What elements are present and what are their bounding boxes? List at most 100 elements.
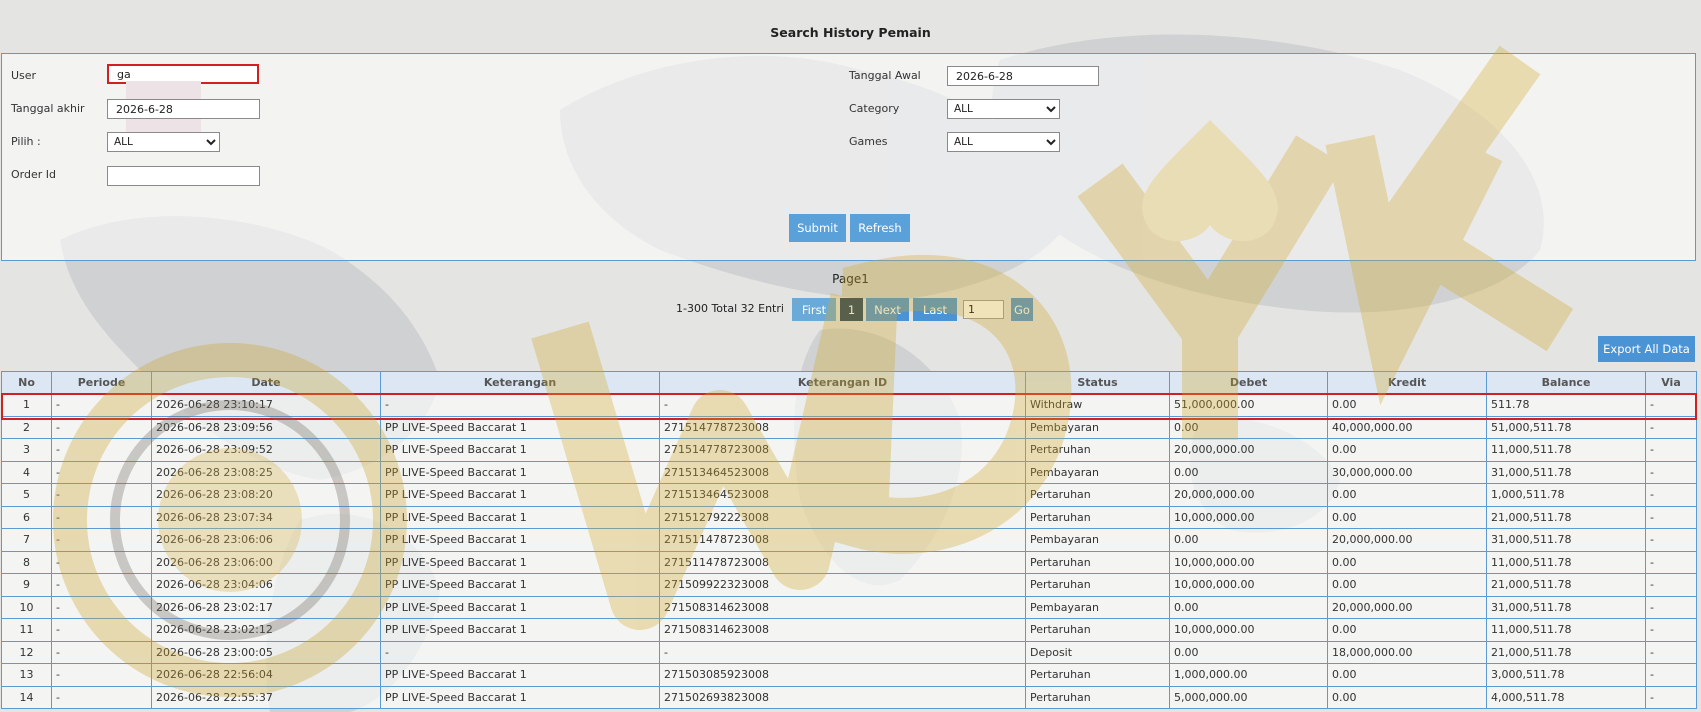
row-balance: 11,000,511.78 (1486, 550, 1646, 574)
row-keterangan-id[interactable]: 271513464523008 (659, 460, 1026, 484)
row-status: Pembayaran (1025, 595, 1170, 619)
row-status: Pertaruhan (1025, 505, 1170, 529)
row-date: 2026-06-28 23:06:00 (151, 550, 381, 574)
table-row[interactable]: 8-2026-06-28 23:06:00 PP LIVE-Speed Bacca… (1, 550, 1697, 574)
last-page-button[interactable]: Last (913, 298, 957, 321)
row-date: 2026-06-28 23:06:06 (151, 528, 381, 552)
row-debet: 0.00 (1169, 528, 1328, 552)
submit-button[interactable]: Submit (789, 214, 846, 242)
row-kredit: 18,000,000.00 (1327, 640, 1487, 664)
refresh-button[interactable]: Refresh (850, 214, 910, 242)
table-row[interactable]: 4-2026-06-28 23:08:25 PP LIVE-Speed Bacca… (1, 460, 1697, 484)
first-page-button[interactable]: First (792, 298, 836, 321)
row-keterangan: PP LIVE-Speed Baccarat 1 (380, 505, 660, 529)
table-row[interactable]: 12-2026-06-28 23:00:05- - Deposit 0.00 18,00… (1, 640, 1697, 664)
pilih-select[interactable]: ALL (107, 132, 220, 152)
row-periode: - (51, 550, 152, 574)
row-status: Pertaruhan (1025, 438, 1170, 462)
row-periode: - (51, 618, 152, 642)
table-row[interactable]: 13-2026-06-28 22:56:04 PP LIVE-Speed Bacc… (1, 663, 1697, 687)
row-keterangan: PP LIVE-Speed Baccarat 1 (380, 663, 660, 687)
export-all-data-button[interactable]: Export All Data (1598, 336, 1695, 362)
order-id-input[interactable] (107, 166, 260, 186)
current-page-button[interactable]: 1 (840, 298, 863, 321)
tanggal-akhir-label: Tanggal akhir (11, 102, 85, 115)
row-date: 2026-06-28 23:02:17 (151, 595, 381, 619)
row-kredit: 0.00 (1327, 663, 1487, 687)
row-kredit: 0.00 (1327, 483, 1487, 507)
highlight-row-box (1, 393, 1697, 420)
row-no: 11 (1, 618, 52, 642)
row-debet: 10,000,000.00 (1169, 550, 1328, 574)
page-number-input[interactable] (963, 300, 1004, 319)
pager-info: 1-300 Total 32 Entri (676, 302, 784, 315)
row-keterangan-id[interactable]: 271512792223008 (659, 505, 1026, 529)
column-header: Keterangan ID (659, 371, 1026, 394)
row-via: - (1645, 663, 1697, 687)
row-balance: 3,000,511.78 (1486, 663, 1646, 687)
row-keterangan-id[interactable]: 271513464523008 (659, 483, 1026, 507)
search-form-panel: User Tanggal akhir Pilih : ALL Order Id … (1, 53, 1696, 261)
go-button[interactable]: Go (1011, 298, 1033, 321)
column-header: Keterangan (380, 371, 660, 394)
column-header: Status (1025, 371, 1170, 394)
tanggal-akhir-input[interactable] (107, 99, 260, 119)
row-status: Pertaruhan (1025, 573, 1170, 597)
tanggal-awal-input[interactable] (947, 66, 1099, 86)
column-header: No (1, 371, 52, 394)
table-row[interactable]: 6-2026-06-28 23:07:34 PP LIVE-Speed Bacca… (1, 505, 1697, 529)
row-keterangan-id[interactable]: 271511478723008 (659, 528, 1026, 552)
row-debet: 10,000,000.00 (1169, 618, 1328, 642)
row-kredit: 0.00 (1327, 505, 1487, 529)
table-row[interactable]: 10-2026-06-28 23:02:17 PP LIVE-Speed Bacc… (1, 595, 1697, 619)
row-no: 3 (1, 438, 52, 462)
row-periode: - (51, 640, 152, 664)
row-keterangan: PP LIVE-Speed Baccarat 1 (380, 483, 660, 507)
row-debet: 0.00 (1169, 640, 1328, 664)
table-row[interactable]: 9-2026-06-28 23:04:06 PP LIVE-Speed Bacca… (1, 573, 1697, 597)
row-keterangan-id[interactable]: 271511478723008 (659, 550, 1026, 574)
table-row[interactable]: 11-2026-06-28 23:02:12 PP LIVE-Speed Bacc… (1, 618, 1697, 642)
row-keterangan-id[interactable]: 271508314623008 (659, 618, 1026, 642)
row-no: 12 (1, 640, 52, 664)
row-keterangan: PP LIVE-Speed Baccarat 1 (380, 685, 660, 709)
row-keterangan-id[interactable]: 271509922323008 (659, 573, 1026, 597)
row-status: Deposit (1025, 640, 1170, 664)
row-debet: 20,000,000.00 (1169, 483, 1328, 507)
row-debet: 0.00 (1169, 460, 1328, 484)
row-no: 5 (1, 483, 52, 507)
row-periode: - (51, 505, 152, 529)
row-via: - (1645, 550, 1697, 574)
row-periode: - (51, 595, 152, 619)
row-debet: 0.00 (1169, 595, 1328, 619)
pilih-label: Pilih : (11, 135, 41, 148)
row-balance: 1,000,511.78 (1486, 483, 1646, 507)
row-keterangan: PP LIVE-Speed Baccarat 1 (380, 438, 660, 462)
row-date: 2026-06-28 23:02:12 (151, 618, 381, 642)
history-table: No Periode Date Keterangan Keterangan ID Stat… (1, 371, 1697, 709)
row-keterangan-id[interactable]: 271508314623008 (659, 595, 1026, 619)
table-row[interactable]: 7-2026-06-28 23:06:06 PP LIVE-Speed Bacca… (1, 528, 1697, 552)
row-kredit: 0.00 (1327, 618, 1487, 642)
next-page-button[interactable]: Next (866, 298, 909, 321)
row-via: - (1645, 640, 1697, 664)
row-kredit: 20,000,000.00 (1327, 528, 1487, 552)
row-debet: 20,000,000.00 (1169, 438, 1328, 462)
row-via: - (1645, 685, 1697, 709)
row-periode: - (51, 438, 152, 462)
table-row[interactable]: 14-2026-06-28 22:55:37 PP LIVE-Speed Bacc… (1, 685, 1697, 709)
row-keterangan: PP LIVE-Speed Baccarat 1 (380, 573, 660, 597)
table-row[interactable]: 5-2026-06-28 23:08:20 PP LIVE-Speed Bacca… (1, 483, 1697, 507)
row-date: 2026-06-28 22:56:04 (151, 663, 381, 687)
row-keterangan-id: - (659, 640, 1026, 664)
column-header: Debet (1169, 371, 1328, 394)
games-select[interactable]: ALL (947, 132, 1060, 152)
row-debet: 1,000,000.00 (1169, 663, 1328, 687)
category-select[interactable]: ALL (947, 99, 1060, 119)
row-keterangan-id[interactable]: 271514778723008 (659, 438, 1026, 462)
row-keterangan-id[interactable]: 271503085923008 (659, 663, 1026, 687)
row-via: - (1645, 438, 1697, 462)
table-row[interactable]: 3-2026-06-28 23:09:52 PP LIVE-Speed Bacca… (1, 438, 1697, 462)
row-keterangan-id[interactable]: 271502693823008 (659, 685, 1026, 709)
row-keterangan: PP LIVE-Speed Baccarat 1 (380, 618, 660, 642)
